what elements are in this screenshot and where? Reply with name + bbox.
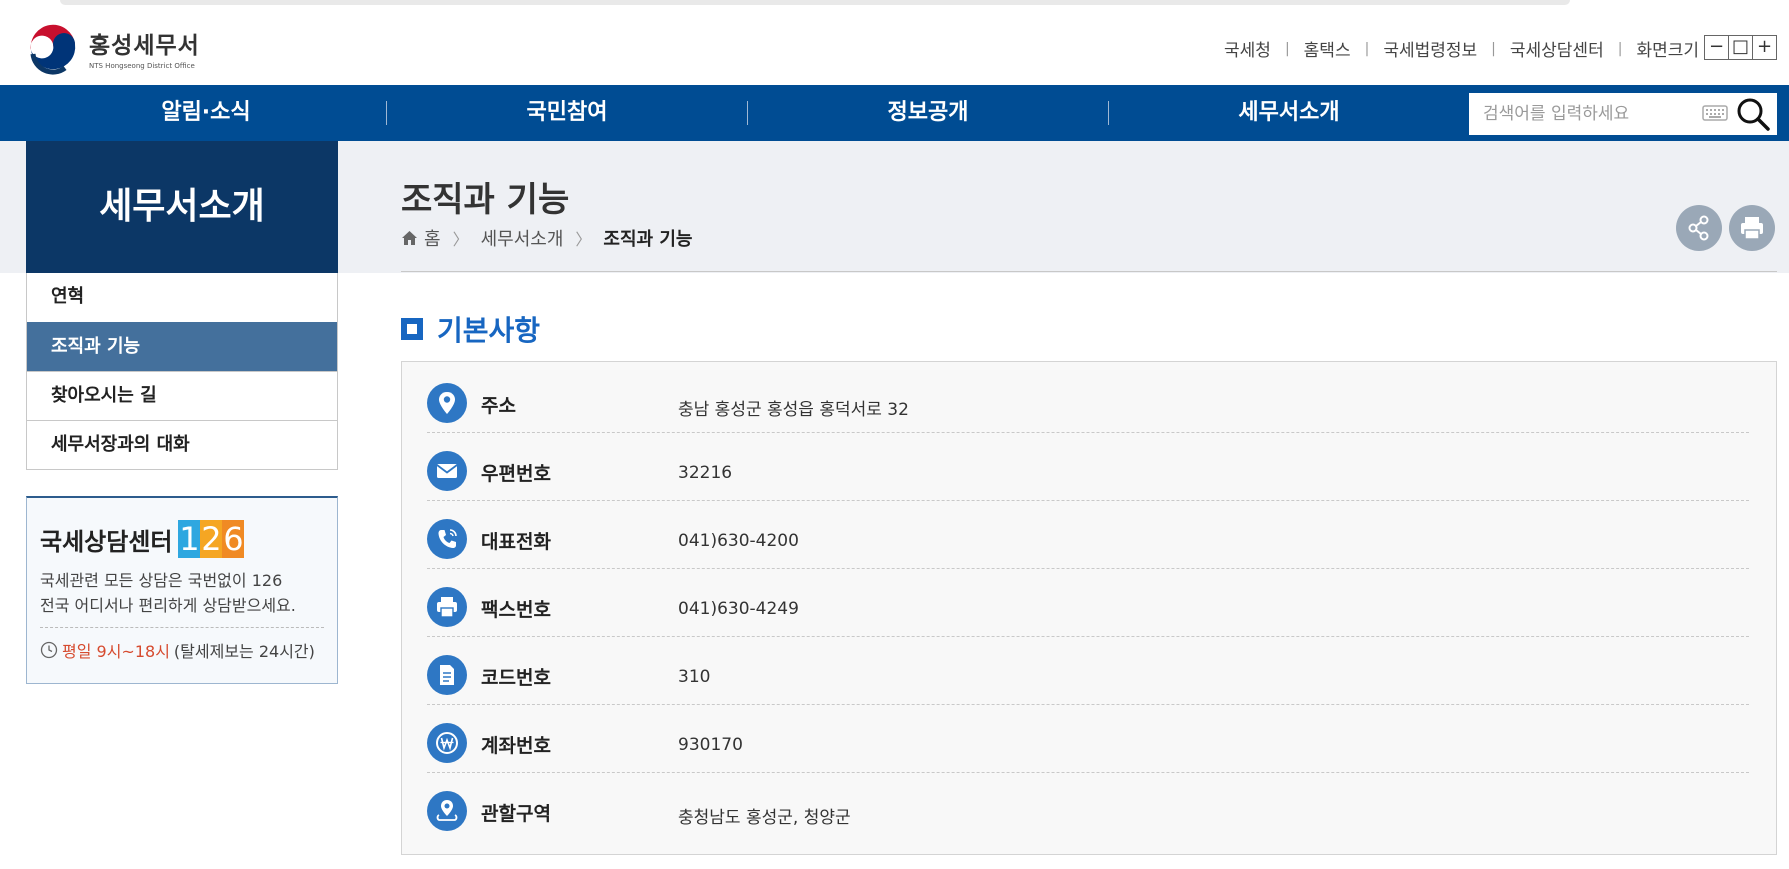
info-row-phone: 대표전화 041)630-4200 bbox=[427, 501, 1749, 569]
breadcrumb-office-intro[interactable]: 세무서소개 bbox=[481, 225, 564, 251]
share-icon bbox=[1688, 215, 1709, 241]
zoom-out-button[interactable]: − bbox=[1704, 35, 1729, 60]
info-label: 주소 bbox=[481, 395, 516, 417]
search-input[interactable] bbox=[1469, 93, 1699, 135]
zoom-controls: − □ + bbox=[1704, 35, 1777, 60]
won-coin-icon bbox=[427, 723, 467, 763]
info-value: 041)630-4249 bbox=[678, 599, 799, 619]
sidebar-menu: 연혁 조직과 기능 찾아오시는 길 세무서장과의 대화 bbox=[26, 273, 338, 470]
info-row-jurisdiction: 관할구역 충청남도 홍성군, 청양군 bbox=[427, 773, 1749, 841]
utility-nav: 국세청 | 홈택스 | 국세법령정보 | 국세상담센터 | 화면크기 bbox=[1224, 36, 1699, 62]
taegeuk-emblem-icon bbox=[27, 22, 79, 75]
section-title-text: 기본사항 bbox=[437, 314, 541, 347]
info-value: 041)630-4200 bbox=[678, 531, 799, 551]
info-value: 32216 bbox=[678, 463, 733, 483]
consult-digit: 1 bbox=[178, 520, 201, 558]
sidebar-item-organization[interactable]: 조직과 기능 bbox=[27, 322, 337, 371]
chevron-right-icon: 〉 bbox=[575, 230, 592, 249]
util-separator: | bbox=[1284, 40, 1290, 57]
location-pin-icon bbox=[427, 383, 467, 423]
section-bullet-icon bbox=[401, 318, 423, 340]
info-value: 310 bbox=[678, 667, 711, 687]
breadcrumb-home[interactable]: 홈 bbox=[424, 225, 441, 251]
info-label: 코드번호 bbox=[481, 667, 551, 689]
sidebar-item-history[interactable]: 연혁 bbox=[27, 273, 337, 322]
info-label: 대표전화 bbox=[481, 531, 551, 553]
zoom-reset-button[interactable]: □ bbox=[1728, 35, 1753, 60]
basic-info-box: 주소 충남 홍성군 홍성읍 홍덕서로 32 우편번호 32216 대표전화 04… bbox=[401, 361, 1777, 855]
screen-size-label: 화면크기 bbox=[1636, 41, 1699, 61]
chevron-right-icon: 〉 bbox=[452, 230, 469, 249]
gnb-item-disclosure[interactable]: 정보공개 bbox=[748, 85, 1108, 141]
header-divider bbox=[401, 271, 1777, 272]
consult-desc-line1: 국세관련 모든 상담은 국번없이 126 bbox=[40, 571, 283, 590]
info-row-postal-code: 우편번호 32216 bbox=[427, 433, 1749, 501]
util-separator: | bbox=[1364, 40, 1370, 57]
consult-digit: 2 bbox=[200, 520, 223, 558]
consult-desc-line2: 전국 어디서나 편리하게 상담받으세요. bbox=[40, 596, 296, 615]
consult-digit: 6 bbox=[222, 520, 245, 558]
fax-printer-icon bbox=[427, 587, 467, 627]
share-button[interactable] bbox=[1676, 205, 1722, 251]
home-icon bbox=[402, 231, 417, 245]
logo-subtitle: NTS Hongseong District Office bbox=[89, 62, 195, 70]
printer-icon bbox=[1741, 217, 1763, 240]
info-value: 930170 bbox=[678, 735, 743, 755]
zoom-in-button[interactable]: + bbox=[1752, 35, 1777, 60]
page-title: 조직과 기능 bbox=[401, 180, 570, 220]
util-link-nts[interactable]: 국세청 bbox=[1224, 36, 1271, 61]
info-value: 충남 홍성군 홍성읍 홍덕서로 32 bbox=[678, 400, 909, 420]
site-logo[interactable]: 홍성세무서 NTS Hongseong District Office bbox=[25, 20, 200, 76]
consult-divider bbox=[40, 627, 324, 628]
info-row-code: 코드번호 310 bbox=[427, 637, 1749, 705]
util-link-hometax[interactable]: 홈택스 bbox=[1304, 36, 1351, 61]
browser-top-strip bbox=[0, 0, 1789, 8]
info-row-account: 계좌번호 930170 bbox=[427, 705, 1749, 773]
document-icon bbox=[427, 655, 467, 695]
section-title: 기본사항 bbox=[401, 309, 540, 349]
sidebar-item-directions[interactable]: 찾아오시는 길 bbox=[27, 371, 337, 420]
print-button[interactable] bbox=[1729, 205, 1775, 251]
search-box bbox=[1469, 93, 1777, 135]
util-link-consult-center[interactable]: 국세상담센터 bbox=[1510, 36, 1604, 61]
breadcrumb: 홈 〉 세무서소개 〉 조직과 기능 bbox=[401, 225, 692, 251]
search-icon[interactable] bbox=[1735, 96, 1771, 132]
sidebar-title: 세무서소개 bbox=[26, 141, 338, 273]
virtual-keyboard-icon[interactable] bbox=[1702, 103, 1728, 123]
top-strip-bar bbox=[60, 0, 1570, 5]
clock-icon bbox=[40, 641, 58, 659]
site-header: 홍성세무서 NTS Hongseong District Office 국세청 … bbox=[0, 8, 1789, 85]
util-link-tax-law[interactable]: 국세법령정보 bbox=[1383, 36, 1477, 61]
info-row-address: 주소 충남 홍성군 홍성읍 홍덕서로 32 bbox=[427, 365, 1749, 433]
gnb-item-participation[interactable]: 국민참여 bbox=[387, 85, 747, 141]
info-row-fax: 팩스번호 041)630-4249 bbox=[427, 569, 1749, 637]
util-separator: | bbox=[1491, 40, 1496, 57]
phone-icon bbox=[427, 519, 467, 559]
info-label: 관할구역 bbox=[481, 803, 551, 825]
util-separator: | bbox=[1617, 40, 1623, 57]
info-label: 계좌번호 bbox=[481, 735, 551, 757]
consult-number-126: 1 2 6 bbox=[178, 520, 245, 558]
area-pin-icon bbox=[427, 791, 467, 831]
sidebar-item-director-talk[interactable]: 세무서장과의 대화 bbox=[27, 420, 337, 469]
breadcrumb-current: 조직과 기능 bbox=[603, 229, 693, 250]
gnb-item-office-intro[interactable]: 세무서소개 bbox=[1109, 85, 1469, 141]
info-value: 충청남도 홍성군, 청양군 bbox=[678, 808, 851, 828]
consult-hours: 평일 9시~18시 bbox=[62, 642, 170, 661]
consult-title: 국세상담센터 bbox=[40, 527, 173, 556]
info-label: 우편번호 bbox=[481, 463, 551, 485]
info-label: 팩스번호 bbox=[481, 599, 551, 621]
envelope-icon bbox=[427, 451, 467, 491]
main-nav: 알림·소식 국민참여 정보공개 세무서소개 bbox=[0, 85, 1789, 141]
consult-center-banner[interactable]: 국세상담센터 1 2 6 국세관련 모든 상담은 국번없이 126 전국 어디서… bbox=[26, 496, 338, 684]
logo-title: 홍성세무서 bbox=[89, 33, 200, 59]
consult-hours-note: (탈세제보는 24시간) bbox=[173, 642, 315, 661]
gnb-item-news[interactable]: 알림·소식 bbox=[26, 85, 386, 141]
